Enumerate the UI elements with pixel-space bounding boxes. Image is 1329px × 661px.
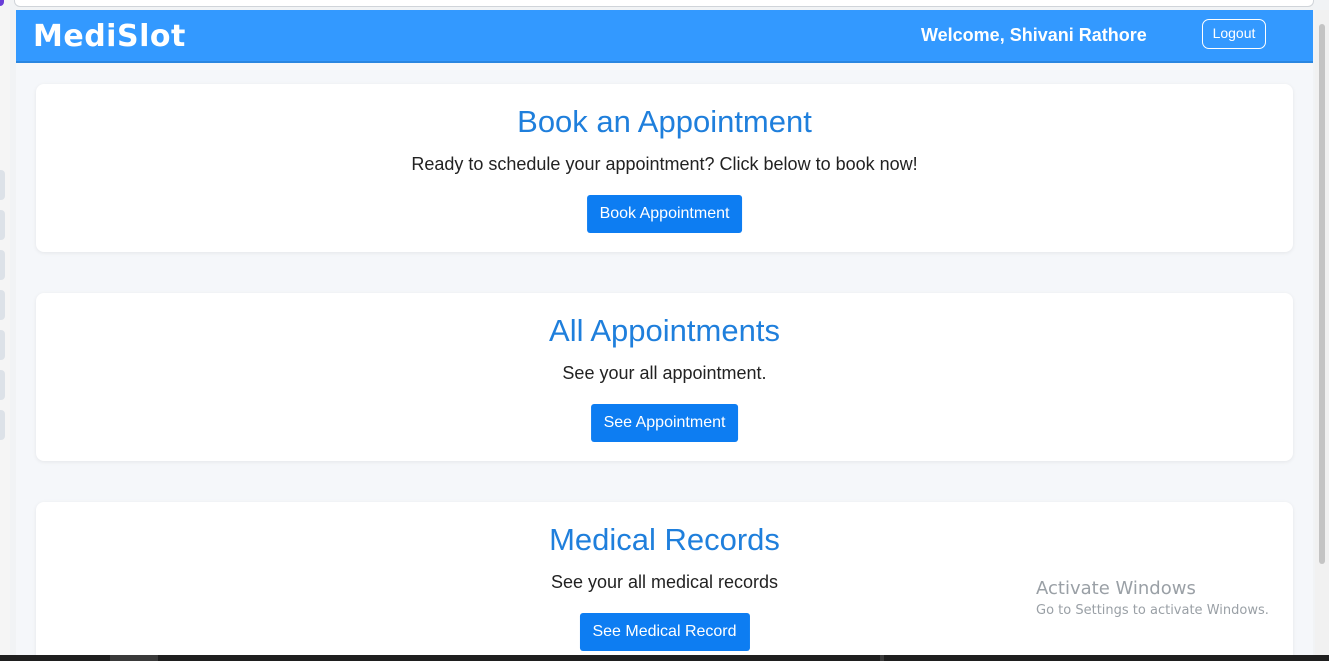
card-title: Medical Records xyxy=(549,522,780,557)
side-panel-tab[interactable] xyxy=(0,290,5,320)
vertical-scrollbar[interactable] xyxy=(1315,10,1329,661)
card-title: All Appointments xyxy=(549,313,780,348)
see-appointment-button[interactable]: See Appointment xyxy=(590,404,739,442)
watermark-title: Activate Windows xyxy=(1036,578,1196,599)
see-medical-record-button[interactable]: See Medical Record xyxy=(579,613,750,651)
book-appointment-button[interactable]: Book Appointment xyxy=(586,195,743,233)
logout-button[interactable]: Logout xyxy=(1202,19,1266,49)
book-appointment-card: Book an Appointment Ready to schedule yo… xyxy=(36,84,1293,252)
activate-windows-watermark: Activate Windows Go to Settings to activ… xyxy=(1036,578,1269,618)
app-page: MediSlot Welcome, Shivani Rathore Logout… xyxy=(16,10,1313,661)
card-description: See your all appointment. xyxy=(562,363,767,383)
card-description: Ready to schedule your appointment? Clic… xyxy=(411,154,918,174)
side-panel-indicator xyxy=(0,0,4,6)
side-panel-tab[interactable] xyxy=(0,410,5,440)
watermark-subtitle: Go to Settings to activate Windows. xyxy=(1036,603,1269,618)
side-panel-tab[interactable] xyxy=(0,370,5,400)
brand-logo[interactable]: MediSlot xyxy=(33,19,186,54)
browser-viewport: MediSlot Welcome, Shivani Rathore Logout… xyxy=(0,0,1329,661)
side-panel-tab[interactable] xyxy=(0,250,5,280)
side-panel-tab[interactable] xyxy=(0,210,5,240)
welcome-text: Welcome, Shivani Rathore xyxy=(921,25,1147,45)
scrollbar-thumb[interactable] xyxy=(1319,24,1325,564)
card-title: Book an Appointment xyxy=(517,104,812,139)
all-appointments-card: All Appointments See your all appointmen… xyxy=(36,293,1293,461)
taskbar-item[interactable] xyxy=(110,655,158,661)
taskbar-item[interactable] xyxy=(880,655,884,661)
side-panel-tab[interactable] xyxy=(0,330,5,360)
side-panel-tab[interactable] xyxy=(0,170,5,200)
browser-toolbar-edge xyxy=(14,0,1314,7)
left-side-panel xyxy=(0,0,10,661)
navbar: MediSlot Welcome, Shivani Rathore Logout xyxy=(16,10,1313,63)
taskbar xyxy=(0,655,1329,661)
